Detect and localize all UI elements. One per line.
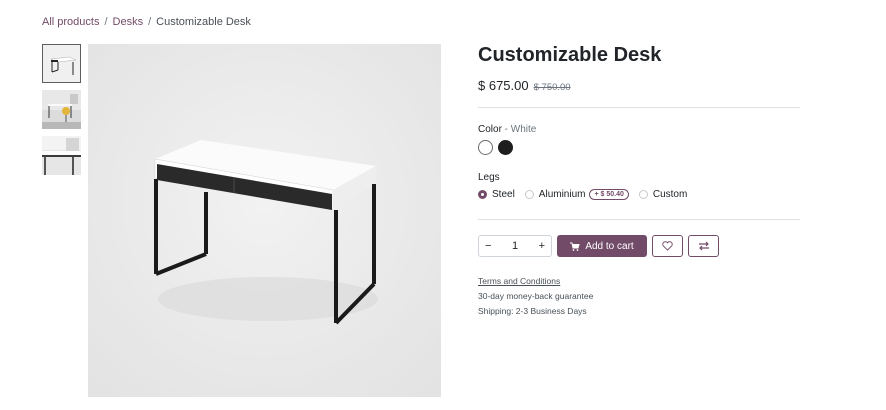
breadcrumb-separator: / [148, 16, 152, 28]
price-row: $ 675.00 $ 750.00 [478, 78, 571, 93]
heart-icon [662, 241, 673, 251]
terms-link[interactable]: Terms and Conditions [478, 276, 560, 286]
legs-option-label: Aluminium [538, 189, 586, 200]
divider [478, 107, 800, 108]
legs-option-label: Custom [652, 189, 688, 200]
color-swatch-white[interactable] [478, 140, 493, 155]
divider [478, 219, 800, 220]
quantity-decrement-button[interactable]: − [485, 240, 491, 252]
radio-aluminium[interactable] [524, 190, 534, 199]
cart-icon [570, 242, 580, 251]
color-label: Color - White [478, 124, 536, 135]
compare-button[interactable] [688, 235, 719, 257]
quantity-stepper[interactable]: − 1 + [478, 235, 552, 257]
color-selected-value: - White [501, 124, 537, 135]
product-main-image [88, 44, 441, 397]
price-extra-badge: + $ 50.40 [589, 189, 629, 200]
thumbnail-desk-room[interactable] [42, 90, 81, 129]
wishlist-button[interactable] [652, 235, 683, 257]
legs-option-aluminium[interactable]: Aluminium + $ 50.40 [524, 189, 629, 200]
thumbnail-desk-front[interactable] [42, 44, 81, 83]
breadcrumb-current: Customizable Desk [156, 16, 251, 28]
thumbnail-list [42, 44, 83, 182]
color-label-text: Color [478, 124, 502, 135]
quantity-value[interactable]: 1 [512, 240, 518, 252]
add-to-cart-button[interactable]: Add to cart [557, 235, 647, 257]
thumbnail-desk-side[interactable] [42, 136, 81, 175]
guarantee-text: 30-day money-back guarantee [478, 291, 594, 301]
compare-icon [698, 241, 709, 251]
breadcrumb: All products / Desks / Customizable Desk [42, 16, 251, 28]
legs-option-custom[interactable]: Custom [638, 189, 688, 200]
legs-options: Steel Aluminium + $ 50.40 Custom [478, 189, 697, 200]
add-to-cart-label: Add to cart [585, 240, 634, 252]
legs-label: Legs [478, 172, 500, 183]
color-swatch-black[interactable] [498, 140, 513, 155]
breadcrumb-all-products[interactable]: All products [42, 16, 99, 28]
product-old-price: $ 750.00 [533, 82, 571, 93]
breadcrumb-desks[interactable]: Desks [113, 16, 144, 28]
legs-option-steel[interactable]: Steel [478, 189, 515, 200]
product-title: Customizable Desk [478, 44, 662, 66]
shipping-text: Shipping: 2-3 Business Days [478, 306, 587, 316]
quantity-increment-button[interactable]: + [539, 240, 545, 252]
radio-steel[interactable] [478, 190, 487, 199]
legs-option-label: Steel [492, 189, 515, 200]
radio-custom[interactable] [638, 190, 648, 199]
product-price: $ 675.00 [478, 78, 529, 93]
breadcrumb-separator: / [104, 16, 108, 28]
